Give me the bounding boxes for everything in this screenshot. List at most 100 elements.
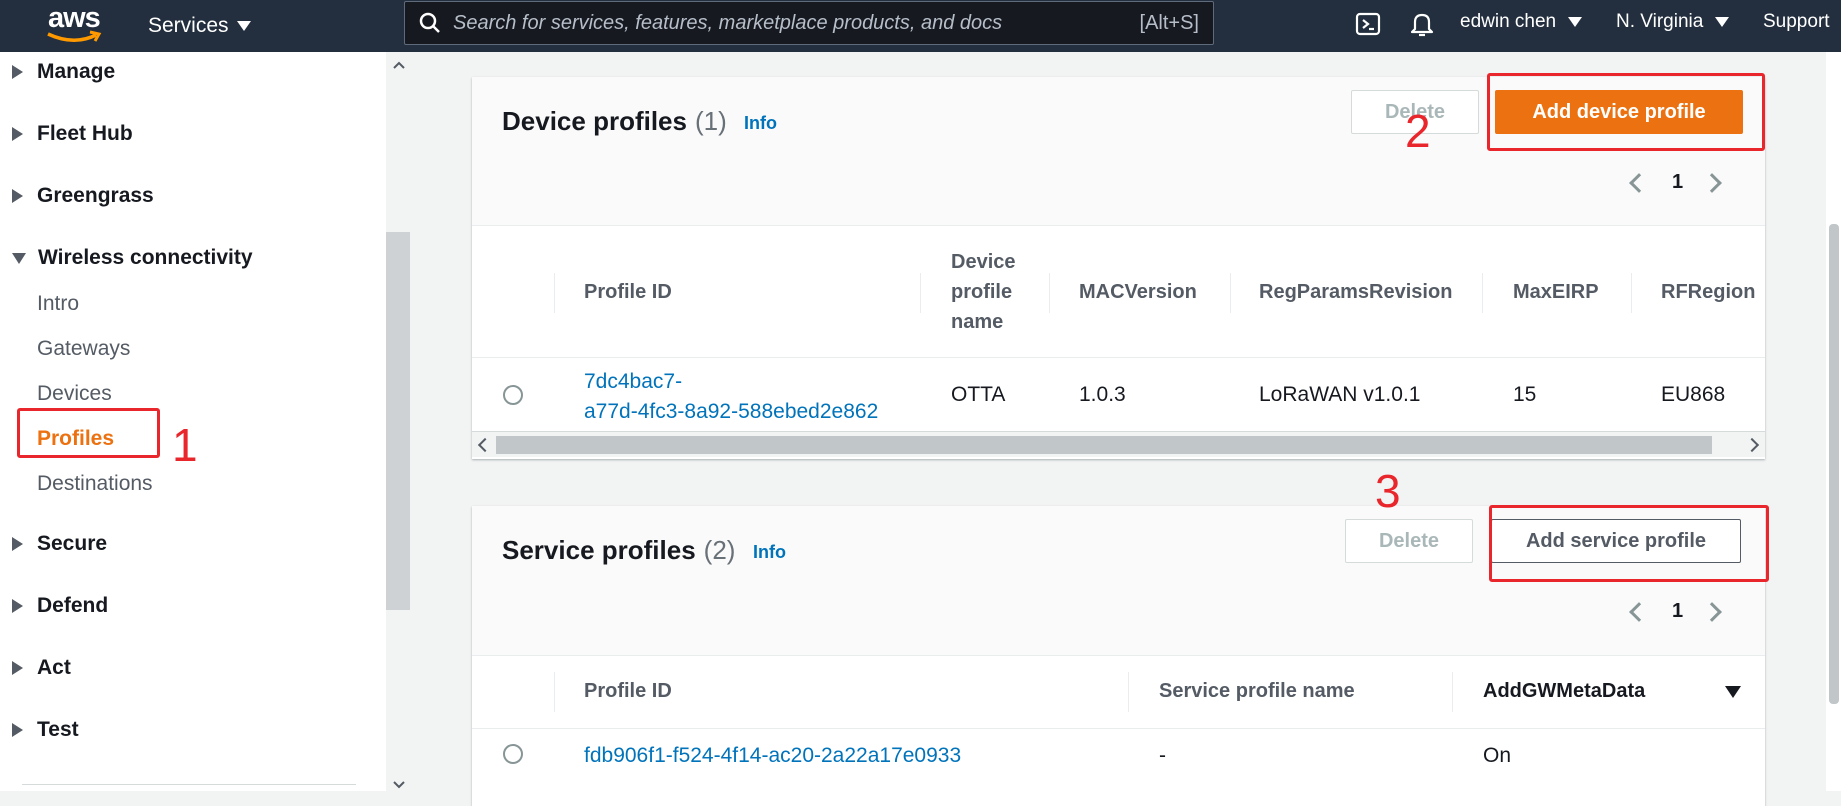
cell-service-profile-name: -: [1159, 744, 1166, 767]
sidebar-item-label: Defend: [37, 594, 109, 617]
info-link[interactable]: Info: [744, 113, 777, 134]
table-horizontal-scrollbar[interactable]: [472, 431, 1765, 457]
title-count: (2): [703, 535, 736, 565]
sidebar-item-label: Secure: [37, 532, 108, 555]
column-header-macversion[interactable]: MACVersion: [1079, 277, 1197, 307]
scroll-left-icon[interactable]: [477, 437, 493, 453]
sidebar-scroll-thumb[interactable]: [386, 232, 410, 610]
row-radio-button[interactable]: [503, 385, 523, 405]
sidebar-item-test[interactable]: Test: [12, 718, 79, 742]
search-input[interactable]: [441, 3, 1140, 43]
scroll-right-icon[interactable]: [1744, 437, 1760, 453]
column-header-profile-id[interactable]: Profile ID: [584, 277, 672, 307]
chevron-left-icon[interactable]: [1629, 601, 1649, 622]
column-header-device-profile-name[interactable]: Device profile name: [951, 247, 1016, 337]
cell-device-profile-name: OTTA: [951, 383, 1006, 406]
page-number[interactable]: 1: [1672, 600, 1683, 623]
profile-id-line: a77d-4fc3-8a92-588ebed2e862: [584, 400, 879, 423]
sort-descending-icon[interactable]: [1725, 686, 1741, 698]
region-menu-button[interactable]: N. Virginia: [1616, 0, 1730, 44]
chevron-right-icon[interactable]: [1702, 172, 1723, 193]
aws-smile-icon: [47, 30, 102, 42]
row-radio-button[interactable]: [503, 744, 523, 764]
search-box[interactable]: [Alt+S]: [404, 1, 1214, 45]
sidebar-item-wireless-connectivity[interactable]: Wireless connectivity: [12, 246, 253, 270]
title-text: Service profiles: [502, 535, 696, 565]
sidebar-item-manage[interactable]: Manage: [12, 60, 115, 84]
sidebar-scrollbar[interactable]: [386, 52, 412, 791]
cell-maxeirp: 15: [1513, 383, 1537, 406]
divider: [472, 357, 1765, 358]
sidebar-subitem-gateways[interactable]: Gateways: [37, 337, 130, 361]
aws-logo[interactable]: aws: [44, 2, 104, 46]
page-number[interactable]: 1: [1672, 171, 1683, 194]
collapse-icon: [12, 252, 26, 264]
search-shortcut-hint: [Alt+S]: [1139, 11, 1199, 34]
sidebar-subitem-intro[interactable]: Intro: [37, 292, 79, 316]
scroll-down-icon[interactable]: [392, 780, 406, 790]
divider: [472, 655, 1765, 656]
column-separator: [1452, 672, 1453, 712]
main-scroll-thumb[interactable]: [1829, 224, 1839, 704]
column-header-maxeirp[interactable]: MaxEIRP: [1513, 277, 1599, 307]
column-header-profile-id[interactable]: Profile ID: [584, 676, 672, 706]
services-menu-button[interactable]: Services: [148, 0, 251, 52]
pagination: 1: [1629, 171, 1723, 194]
main-scrollbar[interactable]: [1826, 52, 1841, 791]
divider: [472, 728, 1765, 729]
delete-service-profile-button[interactable]: Delete: [1345, 519, 1473, 563]
column-separator: [1230, 273, 1231, 313]
service-profiles-title: Service profiles (2): [502, 535, 735, 566]
device-profiles-title: Device profiles (1): [502, 106, 727, 137]
annotation-box-1: [17, 408, 160, 458]
column-separator: [1631, 273, 1632, 313]
annotation-number-2: 2: [1405, 105, 1431, 157]
column-separator: [554, 273, 555, 313]
title-text: Device profiles: [502, 106, 687, 136]
user-name: edwin chen: [1460, 11, 1557, 32]
sidebar-item-label: Test: [37, 718, 79, 741]
support-menu-button[interactable]: Support: [1763, 0, 1830, 44]
sidebar-item-fleet-hub[interactable]: Fleet Hub: [12, 122, 133, 146]
caret-down-icon: [1568, 17, 1583, 27]
divider: [472, 225, 1765, 226]
scroll-up-icon[interactable]: [392, 60, 406, 70]
column-separator: [554, 672, 555, 712]
expand-icon: [12, 723, 23, 737]
column-header-rfregion[interactable]: RFRegion: [1661, 277, 1755, 307]
profile-id-link[interactable]: 7dc4bac7- a77d-4fc3-8a92-588ebed2e862: [584, 367, 878, 427]
sidebar-subitem-destinations[interactable]: Destinations: [37, 472, 153, 496]
cell-addgwmetadata: On: [1483, 744, 1512, 767]
profile-id-line: 7dc4bac7-: [584, 370, 683, 393]
column-separator: [920, 273, 921, 313]
cell-regparamsrevision: LoRaWAN v1.0.1: [1259, 383, 1421, 406]
user-menu-button[interactable]: edwin chen: [1460, 0, 1583, 44]
sidebar-item-act[interactable]: Act: [12, 656, 71, 680]
sidebar-item-label: Fleet Hub: [37, 122, 133, 145]
search-icon: [419, 12, 440, 33]
profile-id-link[interactable]: fdb906f1-f524-4f14-ac20-2a22a17e0933: [584, 741, 961, 771]
info-link[interactable]: Info: [753, 542, 786, 563]
column-header-service-profile-name[interactable]: Service profile name: [1159, 676, 1355, 706]
column-separator: [1049, 273, 1050, 313]
header-line: Device: [951, 251, 1016, 273]
chevron-right-icon[interactable]: [1702, 601, 1723, 622]
column-header-regparamsrevision[interactable]: RegParamsRevision: [1259, 277, 1452, 307]
expand-icon: [12, 65, 23, 79]
cell-macversion: 1.0.3: [1079, 383, 1126, 406]
sidebar-item-secure[interactable]: Secure: [12, 532, 107, 556]
sidebar-item-defend[interactable]: Defend: [12, 594, 108, 618]
cloudshell-icon[interactable]: [1354, 10, 1382, 38]
column-header-addgwmetadata[interactable]: AddGWMetaData: [1483, 676, 1645, 706]
expand-icon: [12, 661, 23, 675]
expand-icon: [12, 127, 23, 141]
column-separator: [1482, 273, 1483, 313]
sidebar-item-label: Greengrass: [37, 184, 154, 207]
pagination: 1: [1629, 600, 1723, 623]
chevron-left-icon[interactable]: [1629, 172, 1649, 193]
horizontal-scroll-thumb[interactable]: [496, 436, 1712, 454]
aws-logo-text: aws: [48, 2, 101, 34]
bell-icon[interactable]: [1408, 10, 1436, 38]
sidebar-item-greengrass[interactable]: Greengrass: [12, 184, 154, 208]
sidebar-subitem-devices[interactable]: Devices: [37, 382, 112, 406]
